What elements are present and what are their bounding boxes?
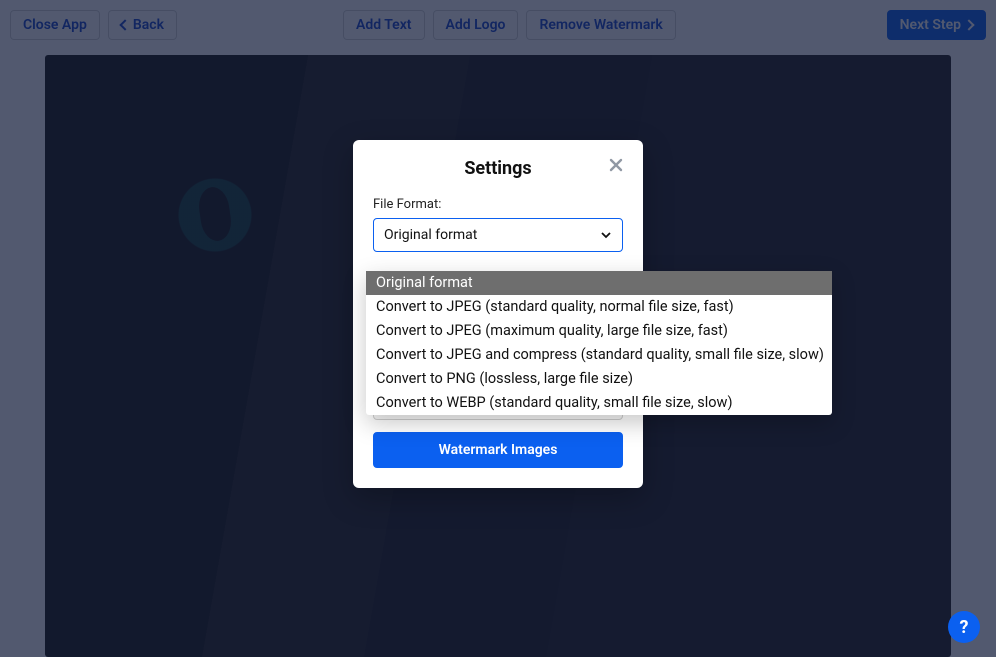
watermark-images-button[interactable]: Watermark Images bbox=[373, 432, 623, 468]
help-icon: ? bbox=[960, 617, 969, 638]
modal-title: Settings bbox=[373, 158, 623, 179]
chevron-down-icon bbox=[600, 229, 612, 241]
file-format-label: File Format: bbox=[373, 197, 623, 212]
dropdown-option[interactable]: Convert to JPEG (maximum quality, large … bbox=[366, 319, 832, 343]
dropdown-option[interactable]: Convert to JPEG (standard quality, norma… bbox=[366, 295, 832, 319]
dropdown-option[interactable]: Original format bbox=[366, 271, 832, 295]
close-icon[interactable] bbox=[607, 156, 625, 174]
dropdown-option[interactable]: Convert to PNG (lossless, large file siz… bbox=[366, 367, 832, 391]
dropdown-option[interactable]: Convert to JPEG and compress (standard q… bbox=[366, 343, 832, 367]
file-format-dropdown: Original format Convert to JPEG (standar… bbox=[366, 271, 832, 415]
select-value: Original format bbox=[384, 227, 477, 243]
file-format-select[interactable]: Original format bbox=[373, 218, 623, 252]
button-label: Watermark Images bbox=[439, 442, 558, 458]
help-button[interactable]: ? bbox=[948, 611, 980, 643]
dropdown-option[interactable]: Convert to WEBP (standard quality, small… bbox=[366, 391, 832, 415]
